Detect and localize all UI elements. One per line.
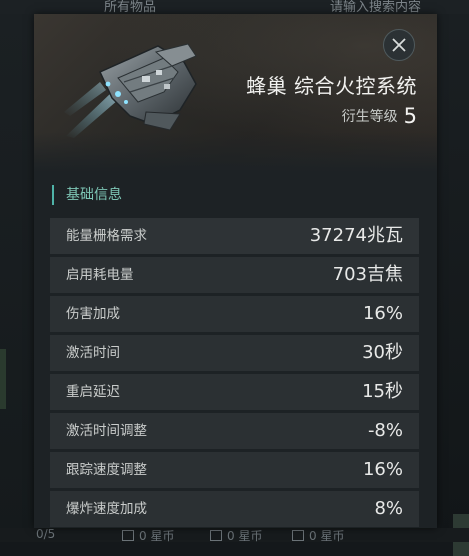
stat-row-tracking-speed-modifier: 跟踪速度调整 16% [50, 452, 419, 488]
stat-label: 伤害加成 [66, 306, 120, 322]
stat-value: 8% [374, 498, 403, 519]
currency-item: 0 星币 [122, 527, 174, 544]
stat-value: 16% [362, 303, 403, 324]
stat-value: 15秒 [362, 381, 403, 402]
stat-label: 激活时间 [66, 345, 120, 361]
stat-value: 16% [362, 459, 403, 480]
stat-label: 激活时间调整 [66, 423, 147, 439]
search-input[interactable]: 请输入搜索内容 [330, 0, 421, 15]
currency-item: 0 星币 [210, 527, 262, 544]
stat-row-damage-bonus: 伤害加成 16% [50, 296, 419, 332]
level-value: 5 [403, 104, 417, 128]
stat-value: 30秒 [362, 342, 403, 363]
stat-label: 启用耗电量 [66, 267, 134, 283]
item-hero-banner: 蜂巢 综合火控系统 衍生等级 5 [34, 14, 437, 172]
stat-row-activation-time-modifier: 激活时间调整 -8% [50, 413, 419, 449]
ship-module-icon [64, 43, 197, 138]
stat-label: 跟踪速度调整 [66, 462, 147, 478]
stats-list: 能量栅格需求 37274兆瓦 启用耗电量 703吉焦 伤害加成 16% 激活时间… [50, 218, 419, 528]
background-footer: 0/5 0 星币 0 星币 0 星币 [0, 527, 469, 544]
stat-row-activation-time: 激活时间 30秒 [50, 335, 419, 371]
stat-value: -8% [367, 420, 403, 441]
item-title: 蜂巢 综合火控系统 [246, 74, 417, 98]
background-right-panel [437, 14, 469, 556]
stat-label: 能量栅格需求 [66, 228, 147, 244]
capacity-count: 0/5 [36, 527, 56, 541]
item-level: 衍生等级 5 [342, 104, 417, 128]
item-detail-dialog: 蜂巢 综合火控系统 衍生等级 5 基础信息 能量栅格需求 37274兆瓦 启用耗电… [34, 14, 437, 528]
background-left-panel [0, 14, 34, 542]
section-header-basic-info: 基础信息 [52, 185, 122, 205]
stat-row-activation-cost: 启用耗电量 703吉焦 [50, 257, 419, 293]
currency-item: 0 星币 [292, 527, 344, 544]
stat-value: 703吉焦 [332, 264, 403, 285]
stat-row-reactivation-delay: 重启延迟 15秒 [50, 374, 419, 410]
background-toolbar: 所有物品 请输入搜索内容 [0, 0, 469, 15]
stat-row-explosion-velocity-bonus: 爆炸速度加成 8% [50, 491, 419, 527]
stat-row-power-grid: 能量栅格需求 37274兆瓦 [50, 218, 419, 254]
level-label: 衍生等级 [341, 109, 398, 125]
stat-value: 37274兆瓦 [309, 225, 403, 246]
category-filter[interactable]: 所有物品 [104, 0, 156, 15]
close-button[interactable] [383, 29, 415, 61]
close-icon [392, 38, 406, 52]
stat-label: 爆炸速度加成 [66, 501, 147, 517]
stat-label: 重启延迟 [66, 384, 120, 400]
